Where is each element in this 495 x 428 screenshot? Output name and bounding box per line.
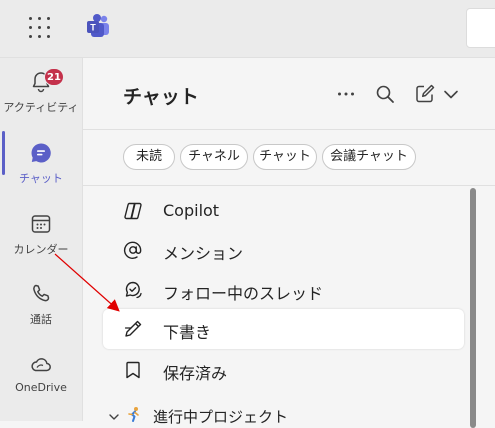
list-item-mentions[interactable]: メンション <box>103 230 464 270</box>
list-item-label: 下書き <box>163 323 212 342</box>
bookmark-icon <box>126 361 140 379</box>
calendar-icon <box>31 215 51 233</box>
rail-item-calls[interactable]: 通話 <box>0 274 82 334</box>
title-bar: T <box>0 0 495 58</box>
scrollbar[interactable] <box>470 188 476 428</box>
rail-label: OneDrive <box>15 381 67 394</box>
filter-meeting-chats[interactable]: 会議チャット <box>322 144 416 170</box>
section-header-projects[interactable]: 進行中プロジェクト <box>107 406 407 428</box>
rail-label: アクティビティ <box>3 101 79 114</box>
search-icon[interactable] <box>373 82 397 106</box>
app-rail: 21 アクティビティ チャット カレンダー 通話 OneDrive <box>0 58 83 421</box>
filter-bar: 未読 チャネル チャット 会議チャット <box>83 129 495 186</box>
list-item-drafts[interactable]: 下書き <box>103 309 464 349</box>
rail-item-activity[interactable]: 21 アクティビティ <box>0 62 82 122</box>
chat-icon <box>31 143 51 163</box>
rail-item-calendar[interactable]: カレンダー <box>0 204 82 264</box>
search-box[interactable] <box>466 8 495 48</box>
app-launcher-icon[interactable] <box>29 17 51 39</box>
pencil-icon <box>124 320 142 337</box>
thread-bubble-icon <box>125 281 142 299</box>
list-item-label: Copilot <box>163 201 220 220</box>
compose-icon[interactable] <box>413 82 437 106</box>
chat-panel: チャット 未読 チャネル チャット 会議チャット Copilot メンション フ… <box>83 58 495 428</box>
runner-icon <box>128 407 139 422</box>
copilot-icon <box>124 202 142 220</box>
chevron-down-icon <box>109 414 119 420</box>
rail-item-onedrive[interactable]: OneDrive <box>0 344 82 404</box>
filter-unread[interactable]: 未読 <box>123 144 175 170</box>
list-item-followed-threads[interactable]: フォロー中のスレッド <box>103 270 464 310</box>
list-item-label: フォロー中のスレッド <box>163 284 324 303</box>
panel-title: チャット <box>123 86 199 108</box>
filter-channels[interactable]: チャネル <box>180 144 248 170</box>
list-item-saved[interactable]: 保存済み <box>103 350 464 390</box>
list-item-label: 保存済み <box>163 364 228 383</box>
at-sign-icon <box>123 241 142 259</box>
svg-text:T: T <box>90 23 96 33</box>
section-label: 進行中プロジェクト <box>153 408 289 426</box>
rail-label: カレンダー <box>13 243 69 256</box>
rail-label: チャット <box>19 172 63 185</box>
teams-logo-icon: T <box>87 14 109 37</box>
filter-chats[interactable]: チャット <box>253 144 317 170</box>
rail-label: 通話 <box>30 313 52 326</box>
cloud-icon <box>31 358 51 372</box>
notification-badge: 21 <box>44 68 64 86</box>
chevron-down-icon[interactable] <box>439 82 463 106</box>
list-item-label: メンション <box>163 244 244 263</box>
phone-icon <box>33 284 50 302</box>
list-item-copilot[interactable]: Copilot <box>103 191 464 231</box>
rail-item-chat[interactable]: チャット <box>0 133 82 193</box>
more-options-icon[interactable] <box>334 82 358 106</box>
